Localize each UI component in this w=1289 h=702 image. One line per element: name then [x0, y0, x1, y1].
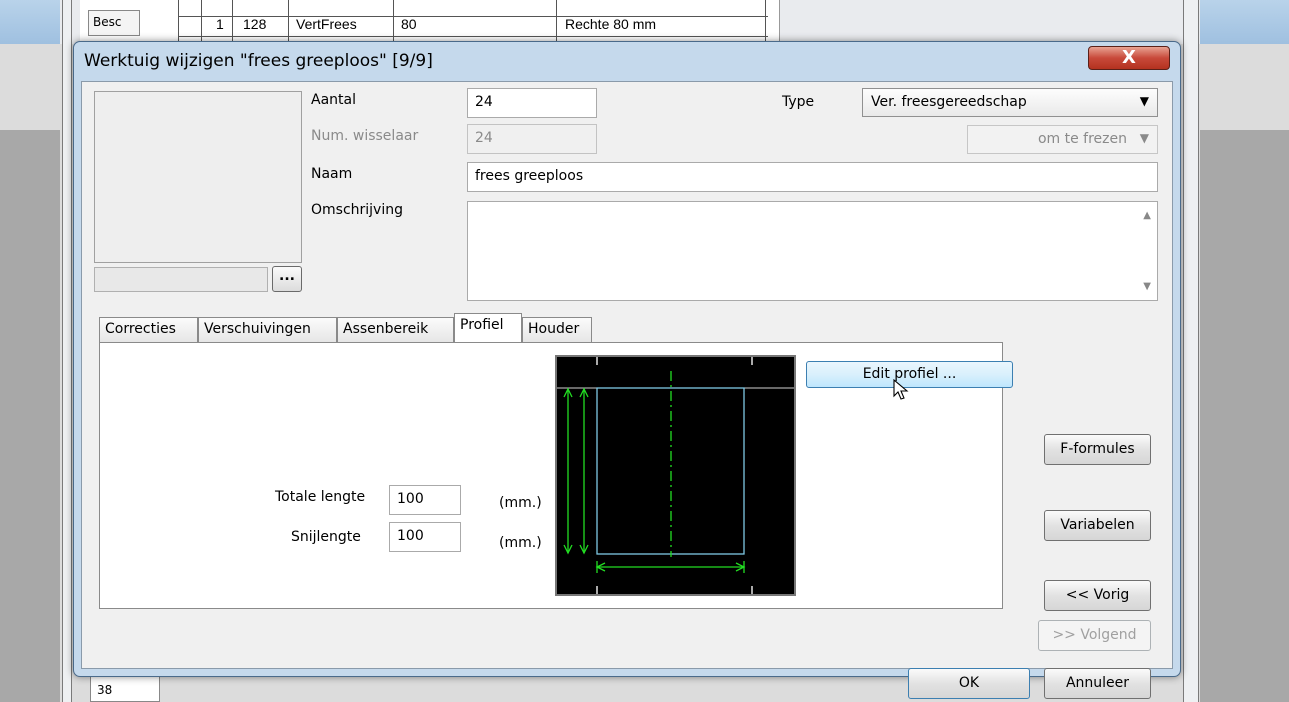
mouse-cursor-icon	[893, 379, 909, 400]
annuleer-button[interactable]: Annuleer	[1044, 668, 1151, 699]
background-gray-right	[1200, 130, 1289, 702]
background-frame-right	[1183, 0, 1199, 702]
table-cell-diameter: 80	[401, 16, 417, 32]
table-grid-line	[393, 0, 394, 44]
vorig-button[interactable]: << Vorig	[1044, 580, 1151, 611]
background-tool-table	[80, 0, 780, 44]
table-cell-tool: VertFrees	[296, 16, 357, 32]
image-path-field[interactable]	[94, 267, 268, 292]
volgend-button[interactable]: >> Volgend	[1038, 620, 1151, 651]
omschrijving-label: Omschrijving	[311, 202, 403, 218]
table-grid-line	[556, 0, 557, 44]
scroll-up-icon[interactable]: ▲	[1143, 210, 1151, 221]
table-grid-line	[201, 0, 202, 44]
tool-profile-canvas	[555, 355, 796, 596]
tab-profiel[interactable]: Profiel	[454, 313, 522, 343]
table-grid-line	[178, 36, 768, 37]
table-grid-line	[288, 0, 289, 44]
tab-verschuivingen[interactable]: Verschuivingen	[198, 317, 337, 342]
aantal-input[interactable]: 24	[467, 88, 597, 118]
totale-lengte-unit: (mm.)	[499, 495, 542, 511]
table-cell-description: Rechte 80 mm	[565, 16, 657, 32]
browse-image-button[interactable]: ...	[272, 266, 302, 292]
snijlengte-unit: (mm.)	[499, 535, 542, 551]
table-grid-line	[178, 16, 768, 17]
chevron-down-icon: ▼	[1139, 131, 1149, 145]
profiel-panel: Totale lengte 100 (mm.) Snijlengte 100 (…	[99, 342, 1013, 609]
scroll-down-icon[interactable]: ▼	[1143, 281, 1151, 292]
chevron-down-icon: ▼	[1139, 94, 1149, 108]
dialog-title: Werktuig wijzigen "frees greeploos" [9/9…	[84, 51, 433, 71]
omschrijving-textarea[interactable]: ▲ ▼	[467, 201, 1158, 301]
tool-edit-dialog: Werktuig wijzigen "frees greeploos" [9/9…	[73, 41, 1181, 699]
totale-lengte-label: Totale lengte	[275, 489, 366, 505]
totale-lengte-input[interactable]: 100	[389, 485, 461, 515]
background-besc-label: Besc	[88, 10, 140, 36]
table-grid-line	[765, 0, 766, 44]
num-wisselaar-input[interactable]: 24	[467, 124, 597, 154]
type-select-value: Ver. freesgereedschap	[871, 94, 1027, 110]
type-label: Type	[782, 94, 815, 110]
table-cell-id: 128	[243, 16, 267, 32]
snijlengte-input[interactable]: 100	[389, 522, 461, 552]
snijlengte-label: Snijlengte	[291, 529, 361, 545]
background-band-left	[0, 0, 60, 44]
background-frame-left	[62, 0, 72, 702]
subtype-select[interactable]: om te frezen ▼	[967, 125, 1158, 154]
naam-label: Naam	[311, 166, 353, 182]
naam-input[interactable]: frees greeploos	[467, 162, 1158, 192]
background-band-right	[1200, 0, 1289, 44]
tab-correcties[interactable]: Correcties	[99, 317, 198, 342]
f-formules-button[interactable]: F-formules	[1044, 434, 1151, 465]
tab-assenbereik[interactable]: Assenbereik	[337, 317, 454, 342]
dialog-client-area: ... Aantal 24 Num. wisselaar 24 Naam fre…	[81, 81, 1173, 699]
tab-houder[interactable]: Houder	[522, 317, 592, 342]
num-wisselaar-label: Num. wisselaar	[311, 128, 419, 144]
ok-button[interactable]: OK	[908, 668, 1030, 699]
table-grid-line	[178, 0, 179, 44]
table-grid-line	[232, 0, 233, 44]
type-select[interactable]: Ver. freesgereedschap ▼	[862, 88, 1158, 117]
dialog-titlebar[interactable]: Werktuig wijzigen "frees greeploos" [9/9…	[74, 42, 1180, 80]
close-button[interactable]: X	[1088, 46, 1170, 70]
tool-profile-drawing	[557, 357, 794, 594]
close-icon: X	[1122, 47, 1136, 68]
tool-preview-image	[94, 91, 302, 263]
aantal-label: Aantal	[311, 92, 356, 108]
subtype-select-value: om te frezen	[1037, 131, 1127, 147]
variabelen-button[interactable]: Variabelen	[1044, 510, 1151, 541]
table-cell-index: 1	[216, 16, 224, 32]
background-gray-left	[0, 130, 60, 702]
